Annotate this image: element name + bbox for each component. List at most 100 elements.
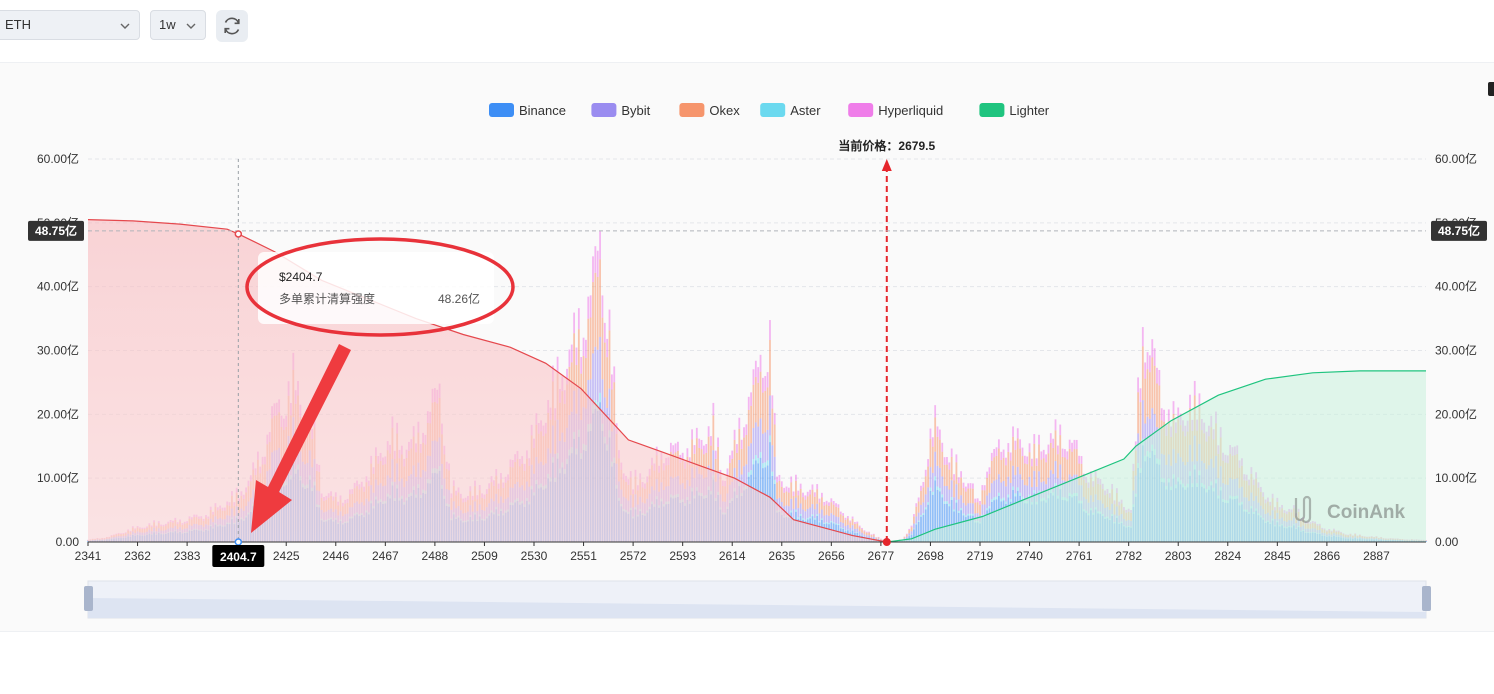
legend-item-lighter[interactable]: Lighter <box>979 103 1049 118</box>
bar-hyperliquid <box>590 295 592 317</box>
bar-hyperliquid <box>812 484 814 489</box>
bar-hyperliquid <box>1081 456 1083 464</box>
bar-okex <box>823 506 825 516</box>
bar-okex <box>963 488 965 503</box>
bar-aster <box>1017 487 1019 490</box>
bar-hyperliquid <box>1062 449 1064 457</box>
bar-stack <box>934 405 936 542</box>
bar-aster <box>833 522 835 523</box>
bar-okex <box>597 277 599 350</box>
bar-bybit <box>866 535 868 537</box>
bar-hyperliquid <box>1069 440 1071 449</box>
bar-stack <box>939 430 941 542</box>
bar-hyperliquid <box>748 397 750 410</box>
bar-bybit <box>764 432 766 462</box>
bar-okex <box>932 447 934 473</box>
bar-okex <box>1026 464 1028 485</box>
bar-bybit <box>802 509 804 518</box>
bar-hyperliquid <box>696 428 698 438</box>
bar-bybit <box>842 523 844 528</box>
bar-hyperliquid <box>998 439 1000 448</box>
zoom-handle-left[interactable] <box>84 586 93 611</box>
bar-aster <box>856 532 858 533</box>
bar-okex <box>873 535 875 537</box>
bar-okex <box>830 502 832 513</box>
x-tick-label: 2698 <box>917 549 944 563</box>
bar-hyperliquid <box>1142 327 1144 346</box>
bar-okex <box>981 490 983 504</box>
bar-aster <box>946 501 948 504</box>
legend-item-okex[interactable]: Okex <box>679 103 740 118</box>
bar-okex <box>793 496 795 509</box>
bar-aster <box>762 463 764 468</box>
bar-okex <box>781 487 783 502</box>
bar-aster <box>1022 497 1024 500</box>
bar-bybit <box>868 535 870 537</box>
bar-aster <box>927 502 929 504</box>
bar-okex <box>852 519 854 525</box>
bar-hyperliquid <box>686 448 688 456</box>
bar-hyperliquid <box>611 374 613 389</box>
bar-bybit <box>991 483 993 499</box>
bar-hyperliquid <box>750 392 752 405</box>
bar-bybit <box>826 515 828 522</box>
bar-okex <box>1043 458 1045 481</box>
bar-okex <box>991 461 993 483</box>
bar-hyperliquid <box>842 513 844 516</box>
zoom-handle-right[interactable] <box>1422 586 1431 611</box>
bar-hyperliquid <box>745 424 747 435</box>
bar-okex <box>1156 384 1158 428</box>
bar-okex <box>925 476 927 494</box>
bar-okex <box>606 357 608 408</box>
legend-item-aster[interactable]: Aster <box>760 103 821 118</box>
bar-hyperliquid <box>1059 425 1061 436</box>
zoom-slider[interactable] <box>84 581 1431 618</box>
legend-item-bybit[interactable]: Bybit <box>591 103 650 118</box>
bar-hyperliquid <box>1156 368 1158 384</box>
bar-hyperliquid <box>771 395 773 408</box>
bar-bybit <box>958 499 960 511</box>
bar-hyperliquid <box>613 366 615 382</box>
bar-aster <box>1010 499 1012 502</box>
bar-bybit <box>845 526 847 530</box>
bar-okex <box>734 440 736 468</box>
bar-bybit <box>821 510 823 519</box>
bar-aster <box>925 507 927 509</box>
bar-okex <box>845 520 847 526</box>
bar-okex <box>1000 460 1002 483</box>
bar-hyperliquid <box>852 517 854 519</box>
bar-hyperliquid <box>1140 388 1142 402</box>
bar-bybit <box>597 350 599 402</box>
bar-hyperliquid <box>583 338 585 356</box>
legend-item-binance[interactable]: Binance <box>489 103 566 118</box>
bar-hyperliquid <box>786 487 788 492</box>
bar-okex <box>958 483 960 499</box>
bar-okex <box>847 518 849 524</box>
bar-hyperliquid <box>1012 426 1014 436</box>
bar-hyperliquid <box>816 484 818 489</box>
bar-hyperliquid <box>1033 434 1035 444</box>
bar-okex <box>1005 465 1007 486</box>
bar-aster <box>1033 490 1035 493</box>
x-tick-label: 2845 <box>1264 549 1291 563</box>
bar-aster <box>970 514 972 516</box>
y-tick-label: 30.00亿 <box>37 343 79 358</box>
bar-bybit <box>993 481 995 498</box>
legend-item-hyperliquid[interactable]: Hyperliquid <box>848 103 943 118</box>
bar-bybit <box>937 466 939 487</box>
bar-hyperliquid <box>1057 446 1059 455</box>
bar-aster <box>939 488 941 491</box>
bar-bybit <box>871 537 873 538</box>
bar-hyperliquid <box>1173 401 1175 414</box>
bar-aster <box>838 524 840 525</box>
bar-hyperliquid <box>710 436 712 446</box>
hover-point-base <box>235 539 241 545</box>
bar-hyperliquid <box>956 454 958 462</box>
bar-hyperliquid <box>993 449 995 457</box>
bar-hyperliquid <box>930 429 932 439</box>
current-price-label: 当前价格：2679.5 <box>838 138 935 153</box>
bar-hyperliquid <box>972 483 974 488</box>
bar-bybit <box>998 474 1000 492</box>
bar-bybit <box>934 452 936 477</box>
bar-aster <box>748 472 750 476</box>
